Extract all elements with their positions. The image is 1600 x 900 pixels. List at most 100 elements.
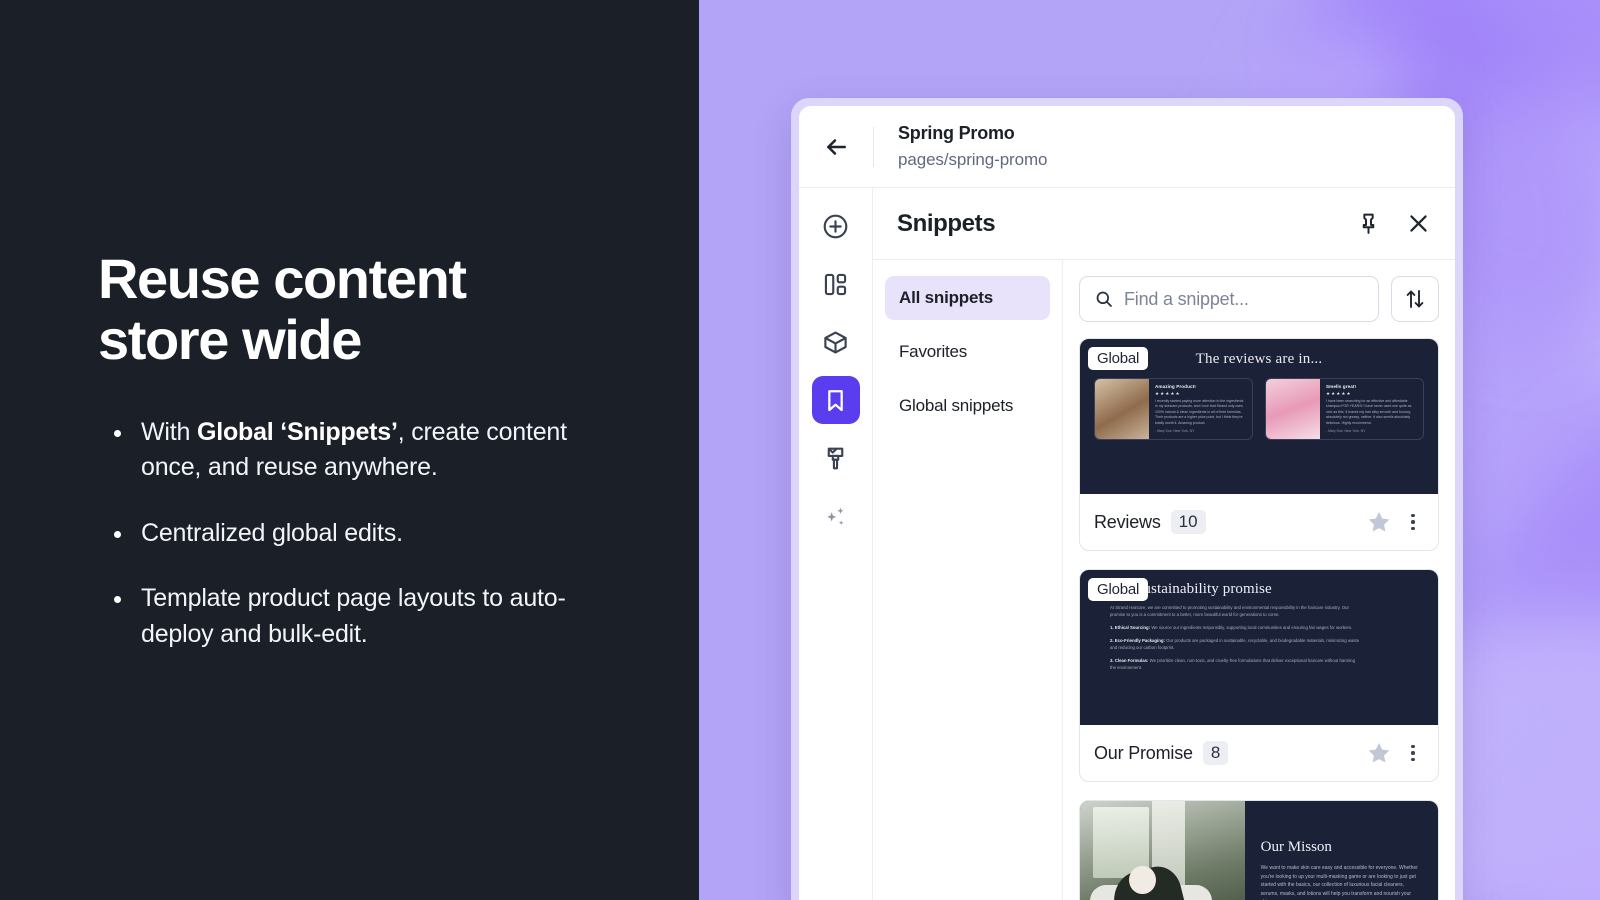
point-label: 1. Ethical Sourcing: [1110,625,1151,631]
close-icon [1409,215,1427,232]
purple-canvas: Spring Promo pages/spring-promo Snippets… [699,0,1600,900]
sparkles-icon [827,507,844,525]
panel-title: Snippets [897,209,996,237]
kebab-dot [1411,526,1415,531]
review-text: Smells great! ★★★★★ I have been searchin… [1320,379,1423,439]
category-label: Favorites [899,342,968,361]
plus-circle-icon [823,214,848,238]
snippet-footer: Our Promise 8 [1080,725,1438,781]
preview-point: 1. Ethical Sourcing: We source our ingre… [1110,624,1360,631]
rail-item-snippets[interactable] [811,376,860,424]
review-body: I have been searching for an effective a… [1326,399,1412,425]
mission-photo [1080,801,1245,900]
review-product-image [1266,379,1320,439]
kebab-dot [1411,757,1415,762]
status-badge: Global [1088,578,1149,601]
preview-heading: Our sustainability promise [1110,581,1272,597]
snippet-preview: Global Our sustainability promise At Str… [1080,570,1438,725]
review-body: I recently started paying more attention… [1155,399,1244,425]
panel-header-actions [1353,209,1433,239]
mission-text: Our Misson We want to make skin care eas… [1245,801,1438,900]
review-text: Amazing Product! ★★★★★ I recently starte… [1149,379,1252,439]
snippet-menu-button[interactable] [1402,744,1424,762]
snippet-preview: Global The reviews are in... Amazing Pro… [1080,339,1438,494]
snippet-name: Our Promise [1094,742,1193,763]
app-body: Snippets All snippets Favorites Global s… [799,188,1455,900]
bullet-strong: Global ‘Snippets’ [196,417,398,446]
review-title: Smells great! [1326,384,1357,389]
rail-item-sections[interactable] [812,260,860,308]
preview-point: 3. Clean Formulas: We prioritize clean, … [1110,657,1360,671]
search-box[interactable] [1079,276,1379,322]
category-nav: All snippets Favorites Global snippets [873,260,1063,900]
sort-arrows-icon [1406,290,1424,308]
rail-item-theme[interactable] [812,434,860,482]
preview-heading: Our Misson [1260,839,1332,855]
review-attribution: - Mary Sue, New York, NY [1155,428,1195,433]
arrow-left-icon [827,138,846,155]
preview-point: 2. Eco-Friendly Packaging: Our products … [1110,637,1360,651]
snippet-card-our-promise[interactable]: Global Our sustainability promise At Str… [1079,569,1439,782]
back-button[interactable] [799,106,873,187]
page-path-label: pages/spring-promo [898,149,1048,169]
page-name-label: Spring Promo [898,123,1015,144]
feature-bullet-list: With Global ‘Snippets’, create content o… [98,415,603,653]
icon-rail [799,188,873,900]
list-item: Centralized global edits. [98,516,603,552]
snippets-panel: Snippets All snippets Favorites Global s… [873,188,1455,900]
pin-button[interactable] [1353,209,1383,239]
favorite-button[interactable] [1366,740,1392,766]
rating-stars: ★★★★★ [1155,390,1181,396]
status-badge: Global [1088,347,1149,370]
preview-intro: At Strand Haircare, we are committed to … [1110,605,1349,618]
snippet-usage-count: 8 [1202,741,1229,765]
decorative-swirl [1529,760,1600,900]
point-text: We source our ingredients responsibly, s… [1150,625,1353,631]
app-window: Spring Promo pages/spring-promo Snippets… [799,106,1455,900]
search-icon [1096,291,1112,307]
star-icon [1368,512,1390,532]
snippet-card-our-mission[interactable]: Our Misson We want to make skin care eas… [1079,800,1439,900]
marketing-panel: Reuse content store wide With Global ‘Sn… [0,0,699,900]
snippet-cards: Global The reviews are in... Amazing Pro… [1079,338,1439,900]
headline-line-1: Reuse content [98,246,467,310]
headline-line-2: store wide [98,308,362,372]
review-attribution: - Mary Sue, New York, NY [1326,428,1366,433]
rail-item-ai[interactable] [812,492,860,540]
close-button[interactable] [1403,209,1433,239]
rating-stars: ★★★★★ [1326,390,1352,396]
sidebar-item-global-snippets[interactable]: Global snippets [885,384,1050,428]
category-label: Global snippets [899,396,1014,415]
sidebar-item-all-snippets[interactable]: All snippets [885,276,1050,320]
review-row: Amazing Product! ★★★★★ I recently starte… [1080,368,1438,440]
photo-dog [1129,866,1156,894]
snippet-card-reviews[interactable]: Global The reviews are in... Amazing Pro… [1079,338,1439,551]
list-item: With Global ‘Snippets’, create content o… [98,415,603,486]
sidebar-item-favorites[interactable]: Favorites [885,330,1050,374]
kebab-dot [1411,751,1415,755]
star-icon [1368,743,1390,763]
snippet-list-column: Global The reviews are in... Amazing Pro… [1063,260,1455,900]
rail-item-blocks[interactable] [812,318,860,366]
point-label: 3. Clean Formulas: [1110,658,1149,664]
review-product-image [1095,379,1149,439]
page-meta: Spring Promo pages/spring-promo [874,121,1047,171]
kebab-dot [1411,513,1415,518]
search-input[interactable] [1124,288,1364,310]
review-card: Smells great! ★★★★★ I have been searchin… [1265,378,1424,440]
page-title: Reuse content store wide [98,246,618,372]
bullet-pre: Centralized global edits. [141,518,403,547]
app-topbar: Spring Promo pages/spring-promo [799,106,1455,188]
favorite-button[interactable] [1366,509,1392,535]
preview-body: We want to make skin care easy and acces… [1260,865,1418,900]
panel-header: Snippets [873,188,1455,260]
list-item: Template product page layouts to auto-de… [98,581,603,652]
rail-item-add[interactable] [812,202,860,250]
search-row [1079,276,1439,322]
kebab-dot [1411,744,1415,749]
snippet-name: Reviews [1094,511,1161,532]
snippet-menu-button[interactable] [1402,513,1424,531]
bullet-pre: With [141,417,197,446]
sort-button[interactable] [1391,276,1439,322]
layout-dashboard-icon [824,273,847,295]
